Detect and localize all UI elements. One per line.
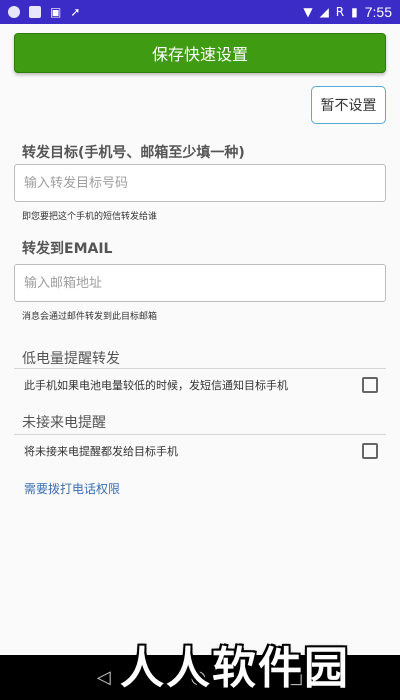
status-bar: ▣ ➚ ▼ ◢ R ▮ 7:55 [0,0,400,24]
signal-icon: ◢ [319,5,329,19]
status-right: ▼ ◢ R ▮ 7:55 [303,4,392,20]
square-icon [29,6,41,18]
missed-call-option[interactable]: 将未接来电提醒都发给目标手机 [14,436,386,466]
low-battery-divider [14,368,386,369]
watermark: 人人软件园 [120,643,350,694]
circle-icon [8,6,20,18]
phone-permission-link[interactable]: 需要拨打电话权限 [24,480,120,497]
save-quick-settings-button[interactable]: 保存快速设置 [14,33,386,73]
flame-icon: ➚ [70,5,81,19]
low-battery-option-label: 此手机如果电池电量较低的时候，发短信通知目标手机 [24,379,288,392]
wifi-icon: ▼ [303,5,313,19]
email-hint: 消息会通过邮件转发到此目标邮箱 [22,312,158,322]
skip-settings-button[interactable]: 暂不设置 [311,86,386,124]
email-title: 转发到EMAIL [22,241,113,257]
forward-target-hint: 即您要把这个手机的短信转发给谁 [22,212,158,222]
missed-call-divider [14,434,386,435]
forward-target-title: 转发目标(手机号、邮箱至少填一种) [22,145,245,161]
r-roaming-icon: R [335,5,345,19]
low-battery-option[interactable]: 此手机如果电池电量较低的时候，发短信通知目标手机 [14,370,386,400]
status-left: ▣ ➚ [8,6,80,18]
download-icon: ▣ [50,5,62,19]
forward-target-input[interactable] [14,164,386,202]
missed-call-checkbox[interactable] [362,443,378,459]
back-icon[interactable]: ◁ [97,668,111,687]
missed-call-option-label: 将未接来电提醒都发给目标手机 [24,445,178,458]
missed-call-title: 未接来电提醒 [22,415,106,431]
status-time: 7:55 [364,4,392,20]
battery-icon: ▮ [351,5,358,19]
low-battery-checkbox[interactable] [362,377,378,393]
screen: ▣ ➚ ▼ ◢ R ▮ 7:55 保存快速设置 暂不设置 转发目标(手机号、邮箱… [0,0,400,700]
low-battery-title: 低电量提醒转发 [22,351,120,367]
email-input[interactable] [14,264,386,302]
